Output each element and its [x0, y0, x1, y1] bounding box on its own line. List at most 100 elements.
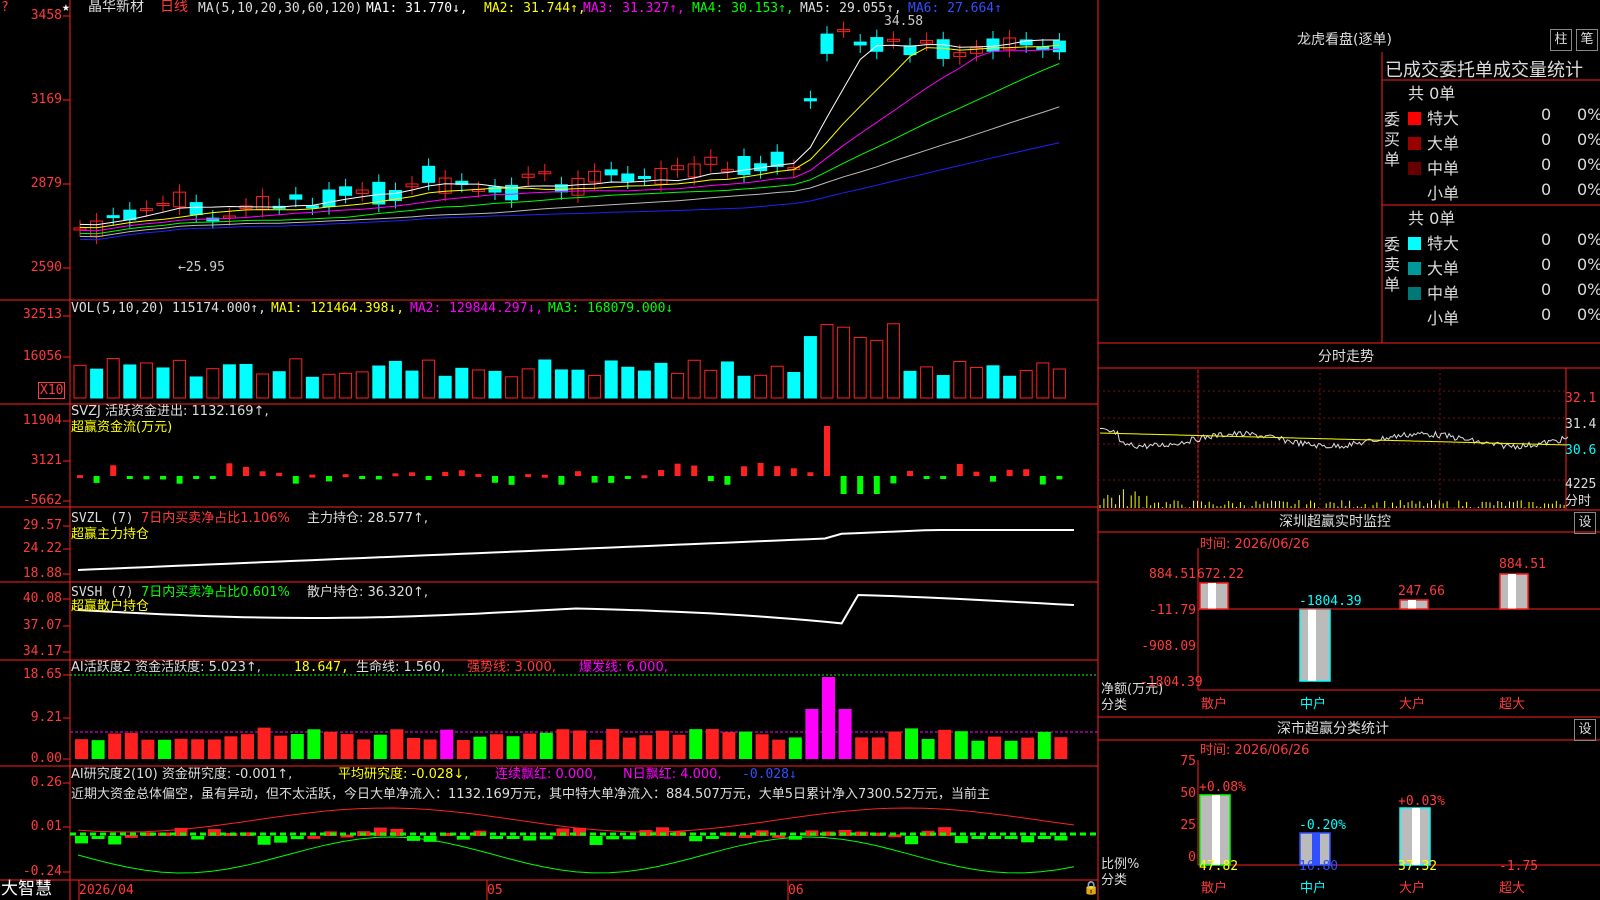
- activity-bar: [938, 729, 952, 759]
- activity-bar: [606, 729, 620, 759]
- volume-bar: [920, 366, 934, 399]
- candle-body: [305, 205, 319, 209]
- row-pct: 0%: [1577, 130, 1600, 149]
- column-view-button[interactable]: 柱: [1550, 29, 1572, 51]
- volume-bar: [471, 369, 485, 399]
- lock-icon[interactable]: 🔒: [1083, 881, 1099, 896]
- svsh-y-tick: 34.17: [22, 644, 62, 659]
- fund-flow-bar: [691, 465, 698, 476]
- candle-body: [820, 33, 834, 54]
- activity-bar: [207, 739, 221, 759]
- fund-flow-bar: [425, 476, 432, 481]
- candle-body: [1052, 40, 1066, 53]
- activity-bar: [1037, 731, 1051, 759]
- fund-flow-bar: [608, 476, 615, 483]
- activity-bar: [108, 733, 122, 759]
- ai2-nday: N日飘红: 4.000,: [623, 767, 722, 782]
- volume-bar: [853, 336, 867, 399]
- svsh-y-tick: 37.07: [22, 618, 62, 633]
- period-label[interactable]: 日线: [160, 0, 188, 15]
- activity-bar: [689, 729, 703, 759]
- svzj-title: SVZJ 活跃资金进出: 1132.169↑,: [71, 404, 269, 419]
- activity-bar: [506, 736, 520, 759]
- row-pct: 0%: [1577, 155, 1600, 174]
- fund-flow-bar: [907, 470, 913, 476]
- legend-swatch: [1408, 237, 1421, 250]
- fund-flow-bar: [409, 472, 415, 476]
- fund-flow-bar: [923, 476, 930, 479]
- volume-bar: [588, 374, 602, 399]
- activity-bar: [838, 709, 852, 759]
- activity-bar: [91, 740, 105, 759]
- buy-row-large: 大单 0 0%: [1408, 130, 1600, 154]
- fund-flow-bar: [658, 470, 664, 476]
- activity-bar: [75, 739, 88, 759]
- main-y-tick: 3458: [30, 8, 62, 23]
- volume-bar: [455, 367, 469, 399]
- research-line: [77, 807, 1075, 833]
- volume-bar: [438, 375, 452, 399]
- volume-bar: [737, 375, 751, 399]
- fund-flow-bar: [757, 462, 764, 476]
- svzl-pct: 7日内买卖净占比1.106%: [141, 511, 290, 526]
- svsh-hold: 散户持仓: 36.320↑,: [307, 585, 429, 600]
- activity-bar: [739, 731, 752, 759]
- research-bar: [705, 836, 719, 839]
- volume-bar: [903, 370, 917, 399]
- sz-bar-value: 884.51: [1499, 557, 1546, 572]
- research-bar: [1021, 836, 1035, 843]
- fund-flow-bar: [458, 470, 465, 476]
- research-bar: [589, 836, 603, 845]
- volume-bar: [554, 369, 568, 399]
- fund-flow-bar: [890, 476, 897, 484]
- ai1-name: AI活跃度2 资金活跃度: 5.023↑,: [71, 660, 261, 675]
- sz-settings-button[interactable]: 设: [1574, 512, 1596, 534]
- research-bar: [1004, 836, 1018, 839]
- intraday-title: 分时走势: [1318, 349, 1374, 365]
- activity-bar: [440, 729, 454, 759]
- volume-bar: [488, 370, 502, 399]
- svzl-name: SVZL (7): [71, 511, 134, 526]
- buy-row-mid: 中单 0 0%: [1408, 155, 1600, 179]
- fund-flow-bar: [292, 476, 299, 484]
- intraday-tick: 30.6: [1565, 443, 1597, 458]
- sell-row-large: 大单 0 0%: [1408, 255, 1600, 279]
- buy-orders-label: 委买单: [1384, 110, 1401, 169]
- candle-body: [604, 169, 618, 176]
- sz-class-title: 深市超赢分类统计: [1277, 721, 1389, 737]
- vol-ma2: MA2: 129844.297↓,: [410, 301, 544, 316]
- brand-label: 大智慧: [1, 879, 52, 899]
- svzl-hold: 主力持仓: 28.577↑,: [307, 511, 429, 526]
- row-name: 中单: [1427, 284, 1460, 303]
- fund-flow-bar: [508, 476, 515, 485]
- candle-body: [803, 98, 817, 102]
- activity-bar: [822, 677, 835, 759]
- row-pct: 0%: [1577, 105, 1600, 124]
- row-val: 0: [1541, 105, 1552, 124]
- research-bar: [290, 836, 304, 840]
- class-pct: +0.08%: [1199, 780, 1246, 795]
- chart-canvas[interactable]: [0, 0, 1600, 900]
- date-label: 06: [788, 883, 804, 898]
- row-pct: 0%: [1577, 255, 1600, 274]
- activity-bar: [490, 734, 503, 759]
- activity-bar: [407, 737, 420, 759]
- candle-body: [289, 194, 303, 200]
- fund-flow-bar: [940, 476, 947, 479]
- tick-view-button[interactable]: 笔: [1576, 29, 1598, 51]
- activity-bar: [224, 736, 238, 759]
- class-time: 时间: 2026/06/26: [1200, 743, 1310, 758]
- legend-swatch: [1408, 187, 1421, 200]
- fund-flow-bar: [176, 476, 183, 484]
- volume-bar: [820, 324, 834, 399]
- volume-bar: [787, 371, 801, 399]
- class-settings-button[interactable]: 设: [1574, 719, 1596, 741]
- volume-bar: [505, 376, 519, 399]
- activity-bar: [357, 739, 371, 759]
- activity-bar: [290, 734, 304, 759]
- fund-flow-bar: [375, 476, 382, 480]
- volume-bar: [139, 362, 153, 399]
- activity-bar: [788, 737, 802, 759]
- fund-flow-bar: [558, 476, 565, 485]
- star-icon[interactable]: ★: [62, 0, 70, 15]
